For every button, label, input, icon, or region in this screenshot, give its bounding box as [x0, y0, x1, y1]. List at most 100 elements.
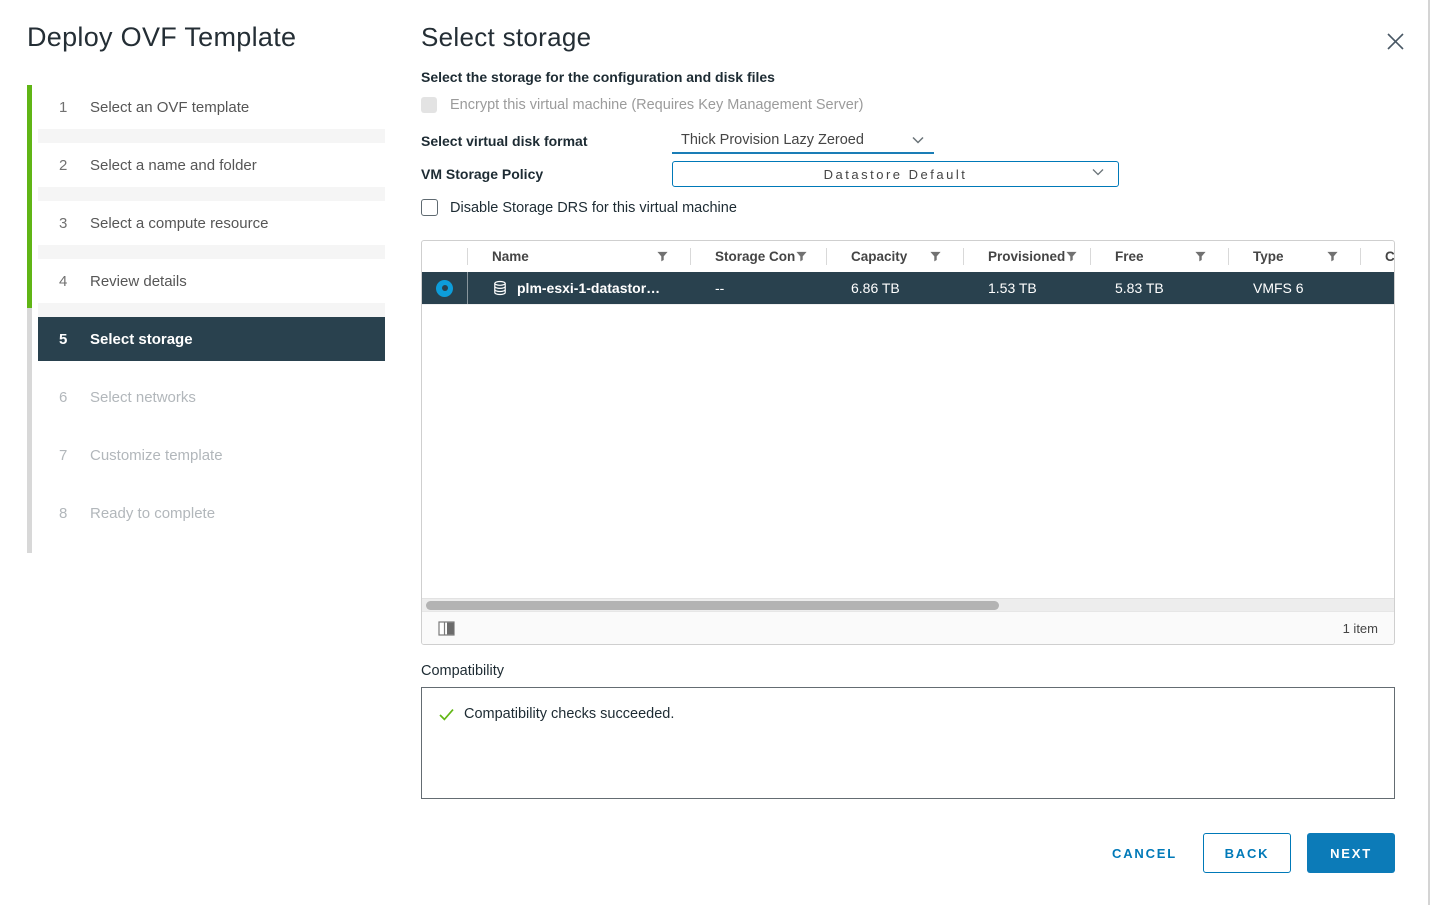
filter-icon[interactable]: [1065, 250, 1078, 263]
step-number: 4: [59, 273, 73, 290]
compatibility-box: Compatibility checks succeeded.: [421, 687, 1395, 799]
columns-icon: [438, 621, 455, 636]
chevron-down-icon: [912, 136, 924, 144]
storage-policy-label: VM Storage Policy: [421, 166, 672, 182]
storage-compatibility-cell: --: [691, 272, 827, 304]
column-header-free[interactable]: Free: [1091, 241, 1229, 272]
item-count: 1 item: [1343, 621, 1378, 636]
step-label: Customize template: [90, 447, 223, 464]
step-content-panel: Select storage Select the storage for th…: [385, 0, 1431, 905]
cancel-button[interactable]: CANCEL: [1102, 833, 1187, 873]
encrypt-vm-row: Encrypt this virtual machine (Requires K…: [421, 97, 1395, 113]
column-header-provisioned[interactable]: Provisioned: [964, 241, 1091, 272]
step-number: 5: [59, 331, 73, 348]
horizontal-scrollbar[interactable]: [422, 598, 1394, 611]
step-label: Select networks: [90, 389, 196, 406]
filter-icon[interactable]: [929, 250, 942, 263]
step-number: 3: [59, 215, 73, 232]
disable-drs-checkbox[interactable]: [421, 199, 438, 216]
grid-body-empty: [422, 304, 1394, 598]
cluster-cell: [1361, 272, 1394, 304]
disk-format-label: Select virtual disk format: [421, 133, 672, 149]
filter-icon[interactable]: [795, 250, 808, 263]
column-header-type[interactable]: Type: [1229, 241, 1361, 272]
grid-header: Name Storage Con Capacity Provisioned: [422, 241, 1394, 272]
column-picker-button[interactable]: [438, 621, 455, 636]
step-label: Review details: [90, 273, 187, 290]
encrypt-vm-label: Encrypt this virtual machine (Requires K…: [450, 97, 863, 113]
column-label: Free: [1115, 249, 1144, 264]
progress-rail-completed: [27, 85, 32, 308]
deploy-ovf-dialog: Deploy OVF Template 1 Select an OVF temp…: [0, 0, 1431, 905]
wizard-steps: 1 Select an OVF template 2 Select a name…: [27, 85, 385, 535]
page-subtitle: Select the storage for the configuration…: [421, 69, 1395, 85]
step-customize-template[interactable]: 7 Customize template: [38, 433, 385, 477]
column-header-cluster[interactable]: Cluster: [1361, 241, 1394, 272]
page-title: Select storage: [421, 22, 1395, 53]
step-select-storage-active[interactable]: 5 Select storage: [38, 317, 385, 361]
disk-format-select[interactable]: Thick Provision Lazy Zeroed: [672, 127, 934, 154]
filter-icon[interactable]: [1326, 250, 1339, 263]
datastore-name-cell: plm-esxi-1-datastor…: [468, 272, 691, 304]
column-label: Cluster: [1385, 249, 1394, 264]
datastore-grid: Name Storage Con Capacity Provisioned: [421, 240, 1395, 645]
column-label: Name: [492, 249, 529, 264]
wizard-title: Deploy OVF Template: [27, 22, 385, 53]
wizard-button-bar: CANCEL BACK NEXT: [421, 833, 1395, 873]
free-cell: 5.83 TB: [1091, 272, 1229, 304]
step-label: Select storage: [90, 331, 193, 348]
compatibility-message: Compatibility checks succeeded.: [464, 706, 674, 722]
step-select-compute-resource[interactable]: 3 Select a compute resource: [38, 201, 385, 245]
wizard-sidebar: Deploy OVF Template 1 Select an OVF temp…: [0, 0, 385, 905]
chevron-down-icon: [1092, 168, 1104, 176]
upcoming-steps-group: 6 Select networks 7 Customize template 8…: [38, 375, 385, 535]
back-button[interactable]: BACK: [1203, 833, 1291, 873]
step-review-details[interactable]: 4 Review details: [38, 259, 385, 303]
step-select-networks[interactable]: 6 Select networks: [38, 375, 385, 419]
disk-format-value: Thick Provision Lazy Zeroed: [681, 132, 864, 148]
step-select-name-folder[interactable]: 2 Select a name and folder: [38, 143, 385, 187]
column-label: Provisioned: [988, 249, 1065, 264]
step-label: Select an OVF template: [90, 99, 249, 116]
storage-policy-select[interactable]: Datastore Default: [672, 161, 1119, 187]
column-label: Storage Con: [715, 249, 795, 264]
disk-format-row: Select virtual disk format Thick Provisi…: [421, 127, 1395, 154]
step-label: Select a compute resource: [90, 215, 268, 232]
completed-steps-group: 1 Select an OVF template 2 Select a name…: [38, 85, 385, 317]
row-radio-cell: [422, 272, 468, 304]
column-label: Capacity: [851, 249, 907, 264]
step-ready-to-complete[interactable]: 8 Ready to complete: [38, 491, 385, 535]
datastore-row-selected[interactable]: plm-esxi-1-datastor… -- 6.86 TB 1.53 TB …: [422, 272, 1394, 304]
storage-policy-value: Datastore Default: [824, 167, 968, 182]
step-number: 8: [59, 505, 73, 522]
column-label: Type: [1253, 249, 1284, 264]
next-button[interactable]: NEXT: [1307, 833, 1395, 873]
step-number: 6: [59, 389, 73, 406]
type-cell: VMFS 6: [1229, 272, 1361, 304]
success-check-icon: [438, 706, 455, 723]
column-header-capacity[interactable]: Capacity: [827, 241, 964, 272]
provisioned-cell: 1.53 TB: [964, 272, 1091, 304]
storage-policy-row: VM Storage Policy Datastore Default: [421, 161, 1395, 187]
disable-drs-row: Disable Storage DRS for this virtual mac…: [421, 199, 1395, 216]
close-button[interactable]: [1382, 28, 1408, 54]
radio-selected-icon[interactable]: [436, 280, 453, 297]
datastore-icon: [492, 280, 508, 296]
step-label: Select a name and folder: [90, 157, 257, 174]
step-select-ovf-template[interactable]: 1 Select an OVF template: [38, 85, 385, 129]
capacity-cell: 6.86 TB: [827, 272, 964, 304]
scrollbar-thumb[interactable]: [426, 601, 999, 610]
filter-icon[interactable]: [1194, 250, 1207, 263]
column-header-storage-compatibility[interactable]: Storage Con: [691, 241, 827, 272]
column-header-name[interactable]: Name: [468, 241, 691, 272]
step-number: 1: [59, 99, 73, 116]
compatibility-label: Compatibility: [421, 663, 1395, 679]
filter-icon[interactable]: [656, 250, 669, 263]
step-number: 7: [59, 447, 73, 464]
dialog-edge-divider: [1428, 0, 1430, 905]
encrypt-vm-checkbox: [421, 97, 437, 113]
grid-footer: 1 item: [422, 611, 1394, 644]
step-label: Ready to complete: [90, 505, 215, 522]
header-radio-column: [422, 241, 468, 272]
close-icon: [1386, 32, 1405, 51]
